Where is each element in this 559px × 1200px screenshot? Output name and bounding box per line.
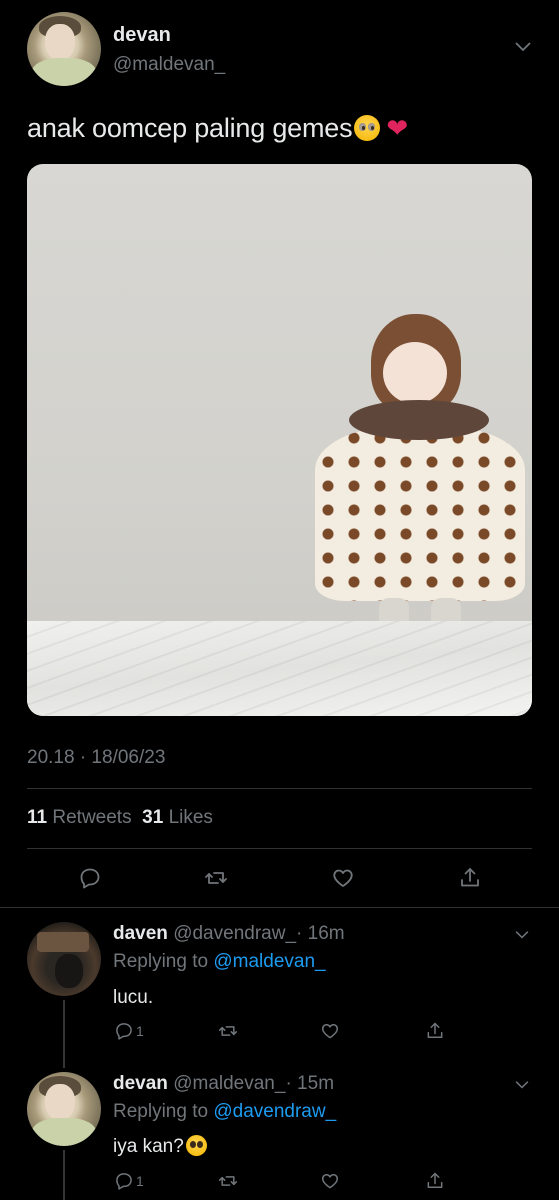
- retweet-icon: [218, 1026, 238, 1036]
- pleading-face-icon: [185, 1135, 207, 1156]
- reply-avatar[interactable]: [27, 1072, 101, 1146]
- reply-author-handle[interactable]: @davendraw_: [173, 923, 296, 944]
- author-name[interactable]: devan: [113, 24, 171, 47]
- divider: [27, 788, 532, 789]
- heart-icon: [321, 1024, 339, 1039]
- reply-button[interactable]: 1: [114, 1171, 144, 1191]
- share-button[interactable]: [425, 1021, 445, 1041]
- reply-button[interactable]: 1: [114, 1021, 144, 1041]
- likes-stat[interactable]: 31 Likes: [142, 807, 213, 828]
- thread-line: [63, 1150, 65, 1200]
- chevron-down-icon[interactable]: [514, 927, 530, 944]
- reply-icon: [80, 868, 100, 889]
- thread-line: [63, 1000, 65, 1068]
- red-heart-icon: ❤: [386, 113, 409, 143]
- tweet-text: anak oomcep paling gemes ❤: [27, 113, 408, 144]
- tweet-timestamp[interactable]: 20.18 · 18/06/23: [27, 747, 165, 769]
- chevron-down-icon[interactable]: [514, 40, 532, 57]
- share-button[interactable]: [425, 1171, 445, 1191]
- likes-count: 31: [142, 807, 164, 828]
- reply-author-handle[interactable]: @maldevan_: [173, 1073, 285, 1094]
- share-button[interactable]: [456, 864, 484, 892]
- share-icon: [427, 1022, 443, 1038]
- heart-icon: [333, 869, 353, 887]
- reply-count: 1: [136, 1173, 144, 1189]
- divider: [0, 907, 559, 908]
- like-button[interactable]: [329, 864, 357, 892]
- replying-to-prefix: Replying to: [113, 951, 209, 972]
- like-button[interactable]: [320, 1021, 340, 1041]
- reply-author-name[interactable]: daven: [113, 923, 168, 944]
- bed-sheet: [27, 621, 532, 716]
- replying-to: Replying to @maldevan_: [113, 951, 326, 973]
- retweet-button[interactable]: [218, 1171, 238, 1191]
- replying-to-prefix: Replying to: [113, 1101, 209, 1122]
- replying-to-handle[interactable]: @davendraw_: [213, 1101, 336, 1122]
- replying-to-handle[interactable]: @maldevan_: [213, 951, 325, 972]
- reply-header: daven @davendraw_· 16m: [113, 923, 345, 945]
- reply-button[interactable]: [76, 864, 104, 892]
- replying-to: Replying to @davendraw_: [113, 1101, 336, 1123]
- tweet-stats: 11 Retweets 31 Likes: [27, 807, 213, 829]
- chevron-down-icon[interactable]: [514, 1077, 530, 1094]
- retweets-label: Retweets: [52, 807, 132, 828]
- reply-header: devan @maldevan_· 15m: [113, 1073, 334, 1095]
- retweets-stat[interactable]: 11 Retweets: [27, 807, 132, 828]
- reply-text: iya kan?: [113, 1136, 184, 1157]
- pleading-face-icon: [354, 115, 381, 141]
- retweet-button[interactable]: [218, 1021, 238, 1041]
- heart-icon: [321, 1174, 339, 1189]
- author-handle[interactable]: @maldevan_: [113, 54, 225, 76]
- avatar-face: [45, 24, 75, 60]
- retweet-icon: [205, 872, 227, 884]
- author-avatar[interactable]: [27, 12, 101, 86]
- baby-collar: [349, 400, 489, 440]
- tweet-photo[interactable]: [27, 164, 532, 716]
- share-icon: [427, 1172, 443, 1188]
- avatar-face: [45, 1084, 75, 1120]
- reply-time[interactable]: · 15m: [285, 1073, 334, 1094]
- like-button[interactable]: [320, 1171, 340, 1191]
- avatar-body: [31, 58, 97, 86]
- baby-dress: [315, 426, 525, 601]
- likes-label: Likes: [168, 807, 213, 828]
- baby-face: [383, 342, 447, 404]
- reply-text-wrap: iya kan?: [113, 1135, 207, 1158]
- reply-count: 1: [136, 1023, 144, 1039]
- share-icon: [461, 868, 479, 887]
- avatar-background: [37, 932, 89, 952]
- retweet-button[interactable]: [202, 864, 230, 892]
- avatar-body: [31, 1118, 97, 1146]
- reply-author-name[interactable]: devan: [113, 1073, 168, 1094]
- retweets-count: 11: [27, 807, 48, 828]
- reply-icon: [116, 1023, 132, 1040]
- reply-icon: [116, 1173, 132, 1190]
- tweet-text-content: anak oomcep paling gemes: [27, 113, 353, 143]
- reply-text: lucu.: [113, 987, 154, 1008]
- divider: [27, 848, 532, 849]
- reply-time[interactable]: · 16m: [296, 923, 345, 944]
- retweet-icon: [218, 1176, 238, 1186]
- reply-avatar[interactable]: [27, 922, 101, 996]
- avatar-person: [55, 954, 83, 988]
